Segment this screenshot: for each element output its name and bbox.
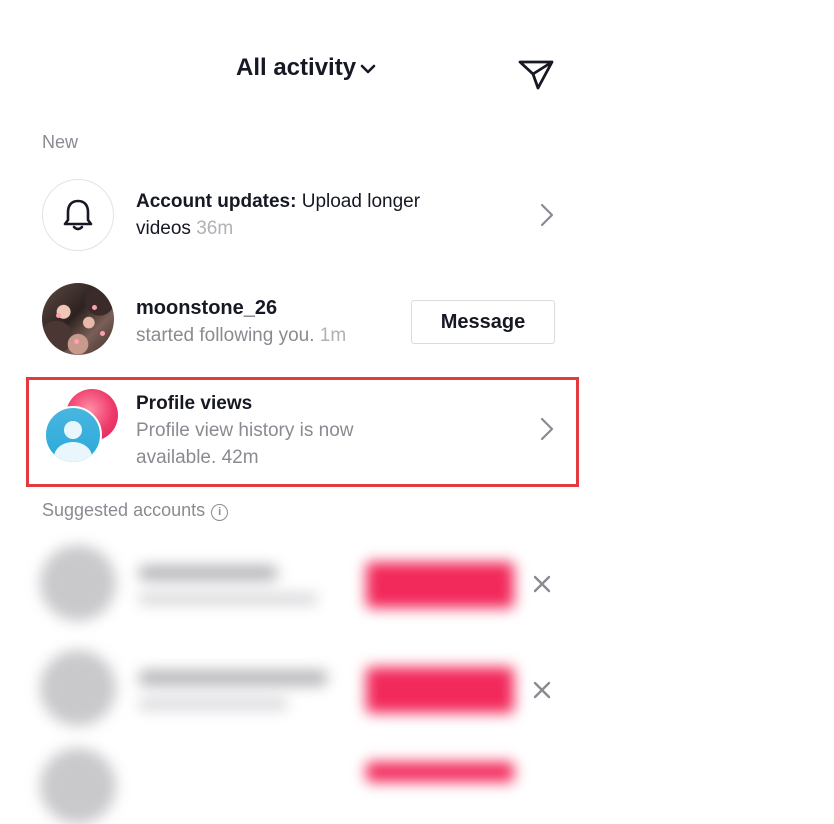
suggested-username-blurred	[138, 565, 278, 581]
profile-views-title: Profile views	[136, 393, 253, 414]
message-button[interactable]: Message	[411, 300, 555, 344]
suggested-accounts-label: Suggested accounts	[42, 500, 206, 520]
chevron-right-icon[interactable]	[537, 415, 557, 443]
follower-time: 1m	[319, 325, 347, 346]
section-label-suggested: Suggested accounts i	[42, 500, 229, 521]
close-icon[interactable]	[531, 573, 553, 595]
profile-views-message-line2: available.	[136, 447, 217, 468]
follower-message: started following you.	[136, 325, 315, 346]
account-updates-message-line2: videos	[136, 218, 191, 239]
suggested-subtitle-blurred	[138, 698, 288, 710]
follower-username[interactable]: moonstone_26	[136, 297, 277, 319]
suggested-account-row[interactable]	[40, 650, 520, 730]
chevron-right-icon[interactable]	[537, 201, 557, 229]
section-label-new: New	[42, 132, 79, 152]
account-updates-message-line1: Upload longer	[301, 191, 421, 212]
follow-button[interactable]	[366, 562, 514, 608]
suggested-avatar	[40, 545, 116, 621]
avatar[interactable]	[42, 283, 114, 355]
account-updates-time: 36m	[196, 218, 234, 239]
page-title: All activity	[236, 54, 357, 81]
profile-views-text: Profile views Profile view history is no…	[136, 390, 496, 471]
chevron-down-icon	[360, 64, 376, 74]
account-updates-title: Account updates:	[136, 191, 297, 212]
send-icon[interactable]	[516, 54, 556, 94]
account-updates-text: Account updates: Upload longer videos 36…	[136, 188, 506, 242]
suggested-avatar	[40, 650, 116, 726]
suggested-avatar	[40, 748, 116, 824]
follow-button[interactable]	[366, 667, 514, 713]
follower-text: moonstone_26 started following you. 1m	[136, 295, 406, 349]
profile-views-message-line1: Profile view history is now	[136, 420, 354, 441]
bell-icon	[42, 179, 114, 251]
profile-views-time: 42m	[221, 447, 259, 468]
suggested-username-blurred	[138, 670, 328, 686]
suggested-subtitle-blurred	[138, 593, 318, 605]
follow-button[interactable]	[366, 762, 514, 782]
suggested-account-row[interactable]	[40, 748, 520, 824]
close-icon[interactable]	[531, 679, 553, 701]
activity-filter-dropdown[interactable]: All activity	[236, 54, 376, 82]
info-icon[interactable]: i	[211, 504, 229, 521]
suggested-account-row[interactable]	[40, 545, 520, 625]
